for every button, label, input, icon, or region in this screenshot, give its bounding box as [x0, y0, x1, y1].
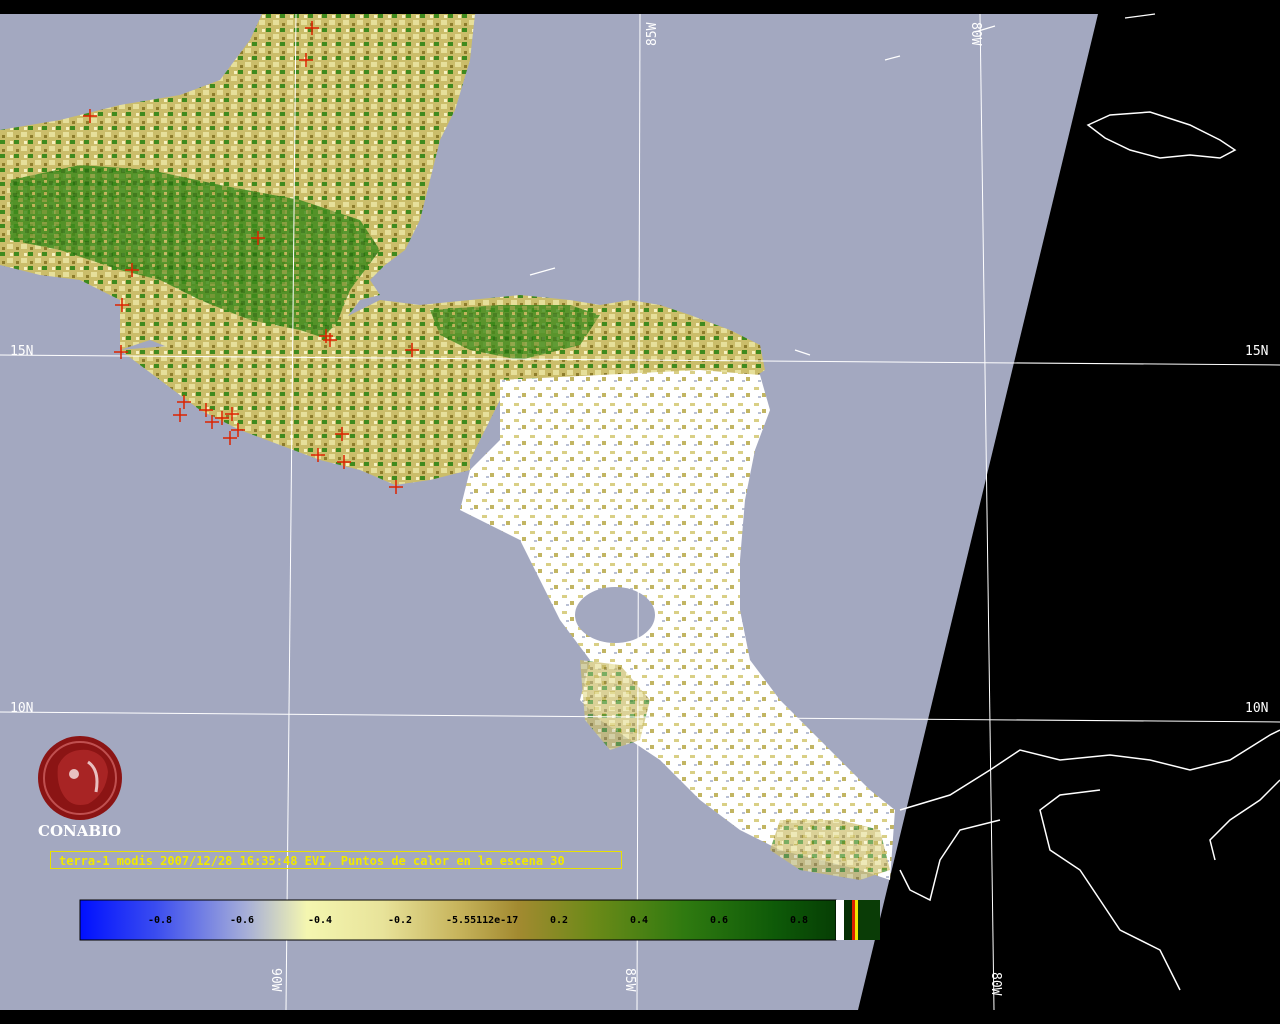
lat-label-15n-left: 15N: [10, 344, 33, 359]
lon-label-80w-top: 80W: [968, 22, 983, 46]
colorbar-tick-label: 0.2: [550, 915, 568, 926]
lat-label-15n-right: 15N: [1245, 344, 1268, 359]
scene-caption: terra-1 modis 2007/12/28 16:35:48 EVI, P…: [50, 851, 622, 869]
bottom-border: [0, 1010, 1280, 1024]
colorbar-tick-label: 0.8: [790, 915, 808, 926]
colorbar-tick-label: 0.6: [710, 915, 728, 926]
lon-label-85w-top: 85W: [645, 22, 660, 46]
lon-label-85w-bottom: 85W: [622, 968, 637, 992]
colorbar-white-class: [836, 900, 844, 940]
colorbar-tick-label: 0.4: [630, 915, 648, 926]
colorbar-tick-label: -0.4: [308, 915, 332, 926]
colorbar: -0.8 -0.6 -0.4 -0.2 -5.55112e-17 0.2 0.4 0.6 0.8: [79, 899, 880, 941]
satellite-map: 15N 15N 10N 10N 85W 80W 90W 85W 80W -0.8…: [0, 0, 1280, 1024]
colorbar-tick-label: -5.55112e-17: [446, 915, 518, 926]
lon-label-80w-bottom: 80W: [988, 972, 1003, 996]
colorbar-dark-class: [844, 900, 852, 940]
lat-label-10n-right: 10N: [1245, 701, 1268, 716]
colorbar-tick-label: -0.2: [388, 915, 412, 926]
lat-label-10n-left: 10N: [10, 701, 33, 716]
top-border: [0, 0, 1280, 14]
colorbar-tick-label: -0.8: [148, 915, 172, 926]
lake-nicaragua: [575, 587, 655, 643]
colorbar-end-class: [858, 900, 880, 940]
colorbar-yellow-class: [855, 900, 858, 940]
conabio-logo-text: CONABIO: [38, 822, 122, 840]
lon-label-90w-bottom: 90W: [268, 968, 283, 992]
colorbar-red-class: [852, 900, 855, 940]
colorbar-tick-label: -0.6: [230, 915, 254, 926]
